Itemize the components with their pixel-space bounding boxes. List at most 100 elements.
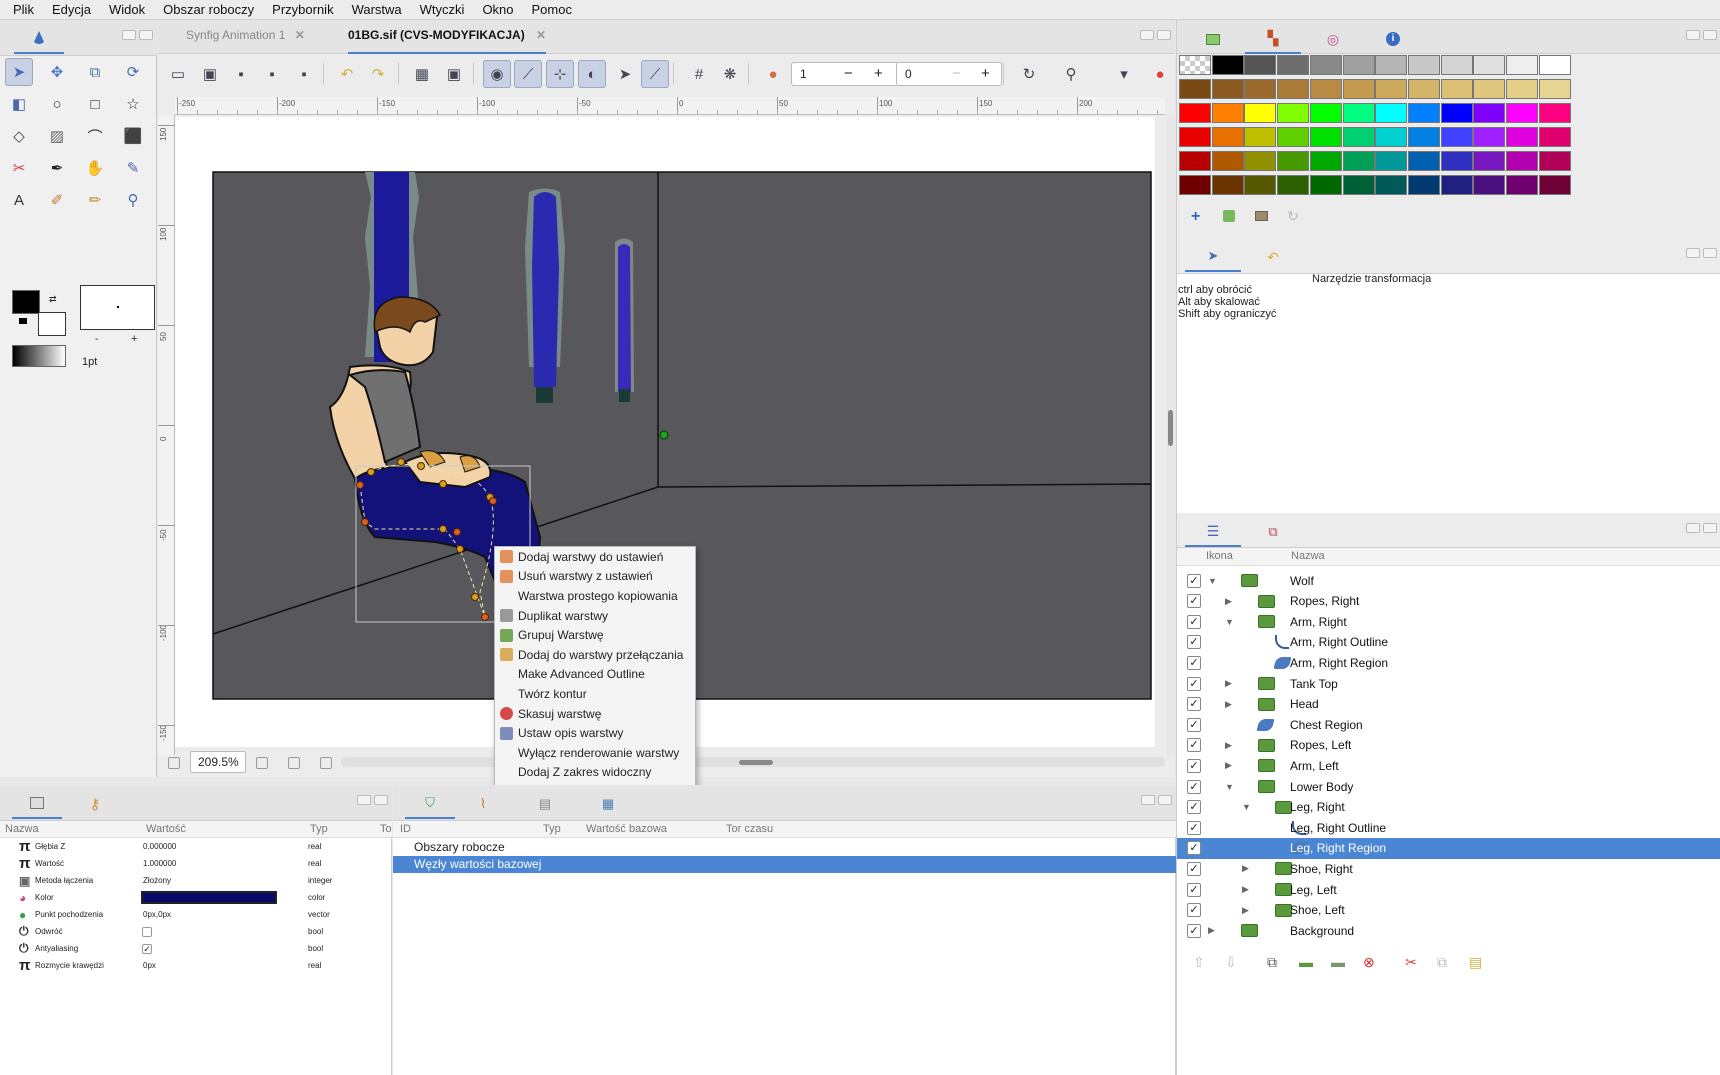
expander-open-icon[interactable]: ▼: [1225, 782, 1237, 792]
fill-color-swatch[interactable]: [38, 312, 66, 336]
column-header-extra[interactable]: To: [380, 823, 392, 835]
layer-row[interactable]: ✓ ▶ Ropes, Right: [1177, 591, 1720, 612]
param-value[interactable]: 0px: [143, 961, 156, 970]
param-row[interactable]: π Wartość 1.000000 real: [0, 855, 392, 872]
palette-swatch[interactable]: [1342, 79, 1375, 99]
grid-icon[interactable]: #: [685, 60, 713, 88]
palette-swatch[interactable]: [1277, 79, 1310, 99]
open-file-icon[interactable]: ▣: [196, 60, 224, 88]
context-menu-item[interactable]: Grupuj Warstwę: [495, 625, 695, 645]
onion-skin-icon[interactable]: ◉: [483, 60, 511, 88]
palette-swatch[interactable]: [1211, 175, 1244, 195]
text-tool-icon[interactable]: A: [5, 186, 33, 214]
column-header-base-value[interactable]: Wartość bazowa: [586, 823, 667, 835]
layer-visibility-checkbox[interactable]: ✓: [1187, 841, 1201, 856]
palette-swatch[interactable]: [1342, 175, 1375, 195]
context-menu-item[interactable]: Dodaj do warstwy przełączania: [495, 645, 695, 665]
tab-params[interactable]: [12, 789, 62, 819]
spline-tool-icon[interactable]: ⌒: [81, 122, 109, 150]
expander-open-icon[interactable]: ▼: [1242, 802, 1254, 812]
expander-open-icon[interactable]: ▼: [1208, 576, 1220, 586]
palette-swatch[interactable]: [1342, 151, 1375, 171]
save-icon[interactable]: ▪: [227, 60, 255, 88]
layer-row[interactable]: ✓ ▶ Background: [1177, 920, 1720, 941]
palette-swatch[interactable]: [1538, 55, 1571, 75]
delete-layer-icon[interactable]: ⊗: [1363, 954, 1375, 971]
layer-row[interactable]: ✓ ▶ Arm, Left: [1177, 755, 1720, 776]
palette-swatch[interactable]: [1506, 127, 1538, 147]
rectangle-tool-icon[interactable]: □: [81, 90, 109, 118]
record-icon[interactable]: ●: [1146, 60, 1174, 88]
circle-tool-icon[interactable]: ○: [43, 90, 71, 118]
horizontal-scrollbar[interactable]: [341, 757, 1165, 767]
rotate-tool-icon[interactable]: ⟳: [119, 58, 147, 86]
palette-swatch[interactable]: [1277, 175, 1310, 195]
palette-swatch[interactable]: [1440, 103, 1473, 123]
palette-swatch[interactable]: [1375, 55, 1408, 75]
palette-swatch[interactable]: [1506, 175, 1538, 195]
brush-size-increase[interactable]: +: [131, 333, 137, 345]
show-handles-icon[interactable]: ◐: [578, 60, 606, 88]
horizontal-ruler[interactable]: -250-200-150-100-5005010015020025: [175, 97, 1188, 115]
palette-swatch[interactable]: [1506, 151, 1538, 171]
zoom-field[interactable]: 209.5%: [190, 751, 246, 773]
palette-swatch[interactable]: [1309, 127, 1342, 147]
star-tool-icon[interactable]: ☆: [119, 90, 147, 118]
save-all-icon[interactable]: ▪: [290, 60, 318, 88]
layer-visibility-checkbox[interactable]: ✓: [1187, 594, 1201, 609]
layer-visibility-checkbox[interactable]: ✓: [1187, 882, 1201, 897]
palette-swatch[interactable]: [1244, 151, 1277, 171]
outline-color-swatch[interactable]: [12, 290, 40, 314]
palette-swatch[interactable]: [1211, 103, 1244, 123]
layer-visibility-checkbox[interactable]: ✓: [1187, 820, 1201, 835]
palette-swatch[interactable]: [1277, 103, 1310, 123]
palette-swatch[interactable]: [1309, 151, 1342, 171]
save-as-icon[interactable]: ▪: [258, 60, 286, 88]
palette-swatch[interactable]: [1179, 79, 1211, 99]
palette-swatch[interactable]: [1506, 103, 1538, 123]
param-value[interactable]: Złożony: [143, 876, 171, 885]
palette-swatch[interactable]: [1277, 127, 1310, 147]
dock-buttons[interactable]: [1140, 30, 1171, 40]
tab-sets[interactable]: ⧉: [1245, 517, 1301, 547]
palette-swatch[interactable]: [1179, 55, 1211, 75]
menu-item[interactable]: Obszar roboczy: [154, 2, 263, 17]
palette-swatch[interactable]: [1375, 127, 1408, 147]
palette-swatch[interactable]: [1440, 151, 1473, 171]
context-menu-item[interactable]: Dodaj warstwy do ustawień: [495, 547, 695, 567]
layer-row[interactable]: ✓ Arm, Right Region: [1177, 652, 1720, 673]
mirror-tool-icon[interactable]: ◧: [5, 90, 33, 118]
palette-swatch[interactable]: [1179, 151, 1211, 171]
palette-swatch[interactable]: [1375, 79, 1408, 99]
layer-row[interactable]: ✓ ▼ Wolf: [1177, 570, 1720, 591]
palette-swatch[interactable]: [1440, 127, 1473, 147]
menu-item[interactable]: Wtyczki: [411, 2, 474, 17]
palette-swatch[interactable]: [1342, 103, 1375, 123]
brush-size-decrease[interactable]: -: [95, 334, 98, 345]
palette-swatch[interactable]: [1244, 175, 1277, 195]
palette-swatch[interactable]: [1473, 103, 1506, 123]
param-row[interactable]: π Rozmycie krawędzi 0px real: [0, 957, 392, 974]
expander-open-icon[interactable]: ▼: [1225, 617, 1237, 627]
onion-past-icon[interactable]: ●: [759, 60, 787, 88]
palette-swatch[interactable]: [1538, 79, 1571, 99]
palette-swatch[interactable]: [1440, 175, 1473, 195]
swap-colors-icon[interactable]: ⇄: [49, 294, 57, 305]
param-row[interactable]: ◕ Kolor color: [0, 889, 392, 906]
reset-colors-icon[interactable]: [19, 318, 27, 324]
frame-spinner[interactable]: 1 − +: [791, 62, 899, 86]
menu-item[interactable]: Warstwa: [343, 2, 411, 17]
copy-icon[interactable]: ⧉: [1437, 954, 1447, 971]
palette-swatch[interactable]: [1309, 79, 1342, 99]
tab-navigator[interactable]: ▤: [520, 789, 570, 819]
time-increment[interactable]: +: [981, 65, 990, 82]
param-row[interactable]: ▣ Metoda łączenia Złożony integer: [0, 872, 392, 889]
width-handles-icon[interactable]: ⟋: [641, 60, 669, 88]
eyedropper-tool-icon[interactable]: ✎: [119, 154, 147, 182]
context-menu-item[interactable]: Duplikat warstwy: [495, 606, 695, 626]
layer-row[interactable]: ✓ Leg, Right Outline: [1177, 817, 1720, 838]
layer-visibility-checkbox[interactable]: ✓: [1187, 861, 1201, 876]
zoom-icon[interactable]: ⚲: [1057, 60, 1085, 88]
palette-swatch[interactable]: [1211, 127, 1244, 147]
palette-swatch[interactable]: [1473, 55, 1506, 75]
